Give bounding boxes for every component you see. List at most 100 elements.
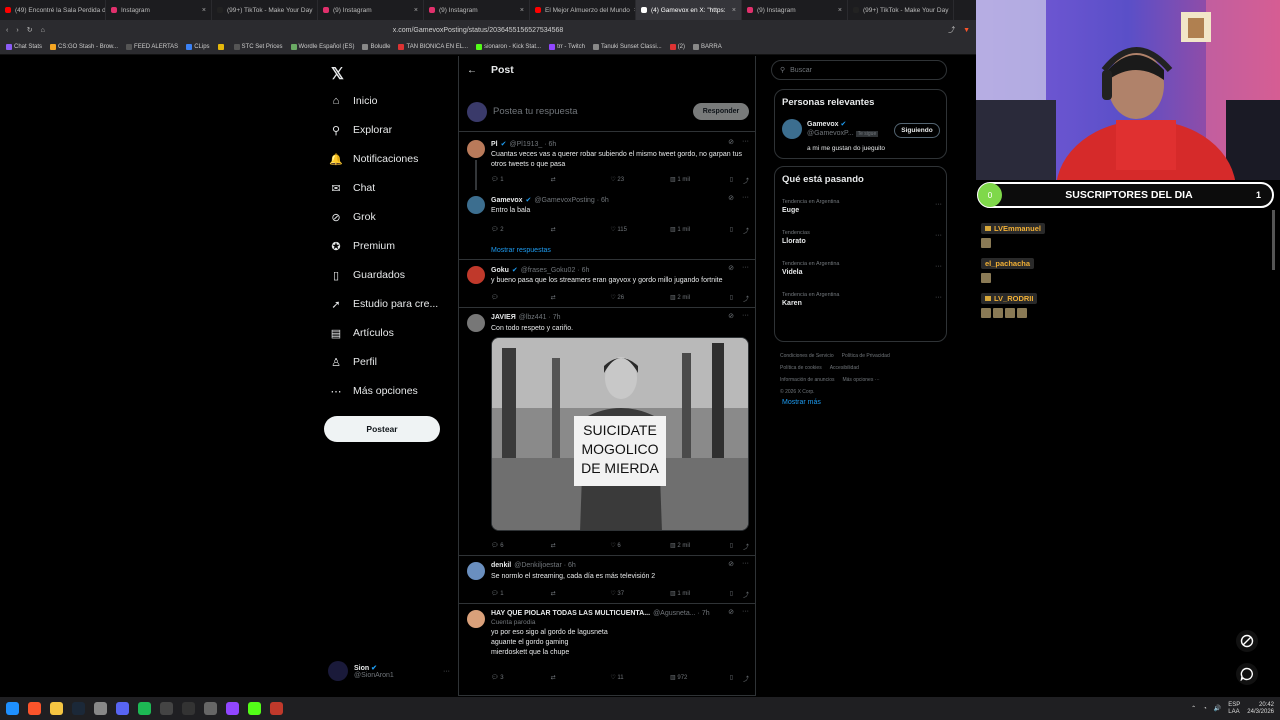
nav-item-explorar[interactable]: ⚲ Explorar (330, 120, 392, 140)
more-icon[interactable]: ··· (935, 201, 942, 208)
views-action[interactable]: ▥ 1 mil (670, 226, 730, 235)
avatar[interactable] (467, 314, 485, 332)
bookmark-item[interactable] (217, 44, 226, 50)
more-icon[interactable]: ··· (443, 668, 450, 675)
bookmark-item[interactable]: sionaron - Kick Stat... (476, 44, 541, 50)
like-action[interactable]: ♡ 115 (610, 226, 670, 235)
more-icon[interactable]: ··· (742, 312, 749, 320)
browser-tab[interactable]: El Mejor Almuerzo del Mundo× (530, 0, 636, 20)
x-logo-icon[interactable]: 𝕏 (331, 64, 344, 84)
trend-item[interactable]: Tendencia en Argentina Karen ··· (782, 292, 942, 307)
kick-app-icon[interactable] (248, 702, 261, 715)
browser-tab[interactable]: Instagram × (106, 0, 212, 20)
windows-start-icon[interactable] (6, 702, 19, 715)
avatar[interactable] (782, 119, 802, 139)
app-icon[interactable] (270, 702, 283, 715)
home-button-icon[interactable]: ⌂ (41, 27, 45, 34)
views-action[interactable]: ▥ 1 mil (670, 590, 730, 599)
bookmark-icon[interactable]: ▯ (730, 590, 733, 599)
tray-chevron-icon[interactable]: ⌃ (1191, 705, 1196, 712)
trend-item[interactable]: Tendencias Llorato ··· (782, 230, 942, 245)
share-icon[interactable]: ⤴ (743, 294, 749, 303)
nav-item-inicio[interactable]: ⌂ Inicio (330, 91, 378, 111)
grok-icon[interactable]: ⊘ (728, 312, 734, 320)
tweet-author[interactable]: Goku (491, 267, 509, 274)
tweet-author[interactable]: Pl (491, 141, 498, 148)
tweet-author[interactable]: denkil (491, 562, 511, 569)
chat-bubble-icon[interactable] (1236, 663, 1258, 685)
avatar[interactable] (467, 266, 485, 284)
show-replies-link[interactable]: Mostrar respuestas (491, 247, 551, 254)
nav-item-artículos[interactable]: ▤ Artículos (330, 323, 394, 343)
account-switcher[interactable]: Sion ✔ @SionAron1 ··· (328, 658, 450, 684)
discord-app-icon[interactable] (116, 702, 129, 715)
close-icon[interactable]: × (520, 7, 524, 14)
app-icon[interactable] (182, 702, 195, 715)
url-field[interactable]: x.com/GamevoxPosting/status/203645515652… (393, 23, 940, 37)
show-more-link[interactable]: Mostrar más (782, 399, 821, 406)
explorer-app-icon[interactable] (50, 702, 63, 715)
share-icon[interactable]: ⤴ (743, 226, 749, 235)
browser-tab[interactable]: (99+) TikTok - Make Your Day× (212, 0, 318, 20)
bookmark-icon[interactable]: ▯ (730, 226, 733, 235)
views-action[interactable]: ▥ 2 mil (670, 294, 730, 303)
like-action[interactable]: ♡ 23 (610, 176, 670, 185)
share-icon[interactable]: ⤴ (743, 590, 749, 599)
reply-action[interactable]: 💬︎ 3 (491, 674, 551, 683)
avatar[interactable] (467, 610, 485, 628)
activity-icon[interactable] (1236, 630, 1258, 652)
retweet-action[interactable]: ⇄ (551, 226, 611, 235)
footer-link[interactable]: Política de cookies (780, 365, 822, 371)
retweet-action[interactable]: ⇄ (551, 590, 611, 599)
tweet[interactable]: Pl ✔ @Pl1913_ · 6h ⊘ ··· Cuantas veces vas a … (459, 134, 755, 190)
grok-icon[interactable]: ⊘ (728, 560, 734, 568)
back-arrow-icon[interactable]: ← (467, 65, 477, 76)
browser-tab[interactable]: (99+) TikTok - Make Your Day× (848, 0, 954, 20)
reload-icon[interactable]: ↻ (27, 26, 33, 34)
share-icon[interactable]: ⤴ (743, 176, 749, 185)
obs-app-icon[interactable] (94, 702, 107, 715)
avatar[interactable] (467, 196, 485, 214)
reply-action[interactable]: 💬︎ 1 (491, 590, 551, 599)
bookmark-item[interactable]: BARRA (693, 44, 722, 50)
nav-item-grok[interactable]: ⊘ Grok (330, 207, 375, 227)
close-icon[interactable]: × (202, 7, 206, 14)
retweet-action[interactable]: ⇄ (551, 674, 611, 683)
views-action[interactable]: ▥ 1 mil (670, 176, 730, 185)
like-action[interactable]: ♡ 26 (610, 294, 670, 303)
steam-app-icon[interactable] (72, 702, 85, 715)
bookmark-item[interactable]: Boludle (362, 44, 390, 50)
avatar[interactable] (467, 140, 485, 158)
grok-icon[interactable]: ⊘ (728, 194, 734, 202)
tweet[interactable]: denkil @Denkiljoestar · 6h ⊘ ··· Se normlo e… (459, 556, 755, 604)
nav-item-notificaciones[interactable]: 🔔 Notificaciones (329, 149, 418, 169)
nav-item-más-opciones[interactable]: ⋯ Más opciones (330, 381, 418, 401)
reply-action[interactable]: 💬︎ (491, 294, 551, 303)
close-icon[interactable]: × (414, 7, 418, 14)
browser-tab[interactable]: (9) Instagram × (742, 0, 848, 20)
reply-action[interactable]: 💬︎ 1 (491, 176, 551, 185)
avatar[interactable] (467, 562, 485, 580)
trend-item[interactable]: Tendencia en Argentina Euge ··· (782, 199, 942, 214)
browser-tab[interactable]: (49) Encontré la Sala Perdida d× (0, 0, 106, 20)
tweet-author[interactable]: JAVIEЯ (491, 314, 516, 321)
brave-app-icon[interactable] (28, 702, 41, 715)
more-icon[interactable]: ··· (742, 608, 749, 616)
share-icon[interactable]: ⤴ (743, 674, 749, 683)
bookmark-item[interactable]: (2) (669, 44, 685, 50)
more-icon[interactable]: ··· (742, 264, 749, 272)
close-icon[interactable]: × (732, 7, 736, 14)
footer-link[interactable]: Política de Privacidad (842, 353, 890, 359)
bookmark-icon[interactable]: ▯ (730, 294, 733, 303)
reply-action[interactable]: 💬︎ 2 (491, 226, 551, 235)
wifi-icon[interactable]: ◔ (1203, 706, 1207, 712)
tweet-author[interactable]: Gamevox (491, 197, 523, 204)
bookmark-item[interactable]: Wordle Español (ES) (290, 44, 354, 50)
tweet[interactable]: Goku ✔ @frases_Goku02 · 6h ⊘ ··· y bueno pasa… (459, 260, 755, 308)
following-button[interactable]: Siguiendo (894, 123, 940, 138)
bookmark-item[interactable]: CLips (186, 44, 210, 50)
retweet-action[interactable]: ⇄ (551, 294, 611, 303)
like-action[interactable]: ♡ 37 (610, 590, 670, 599)
close-icon[interactable]: × (952, 7, 953, 14)
close-icon[interactable]: × (838, 7, 842, 14)
